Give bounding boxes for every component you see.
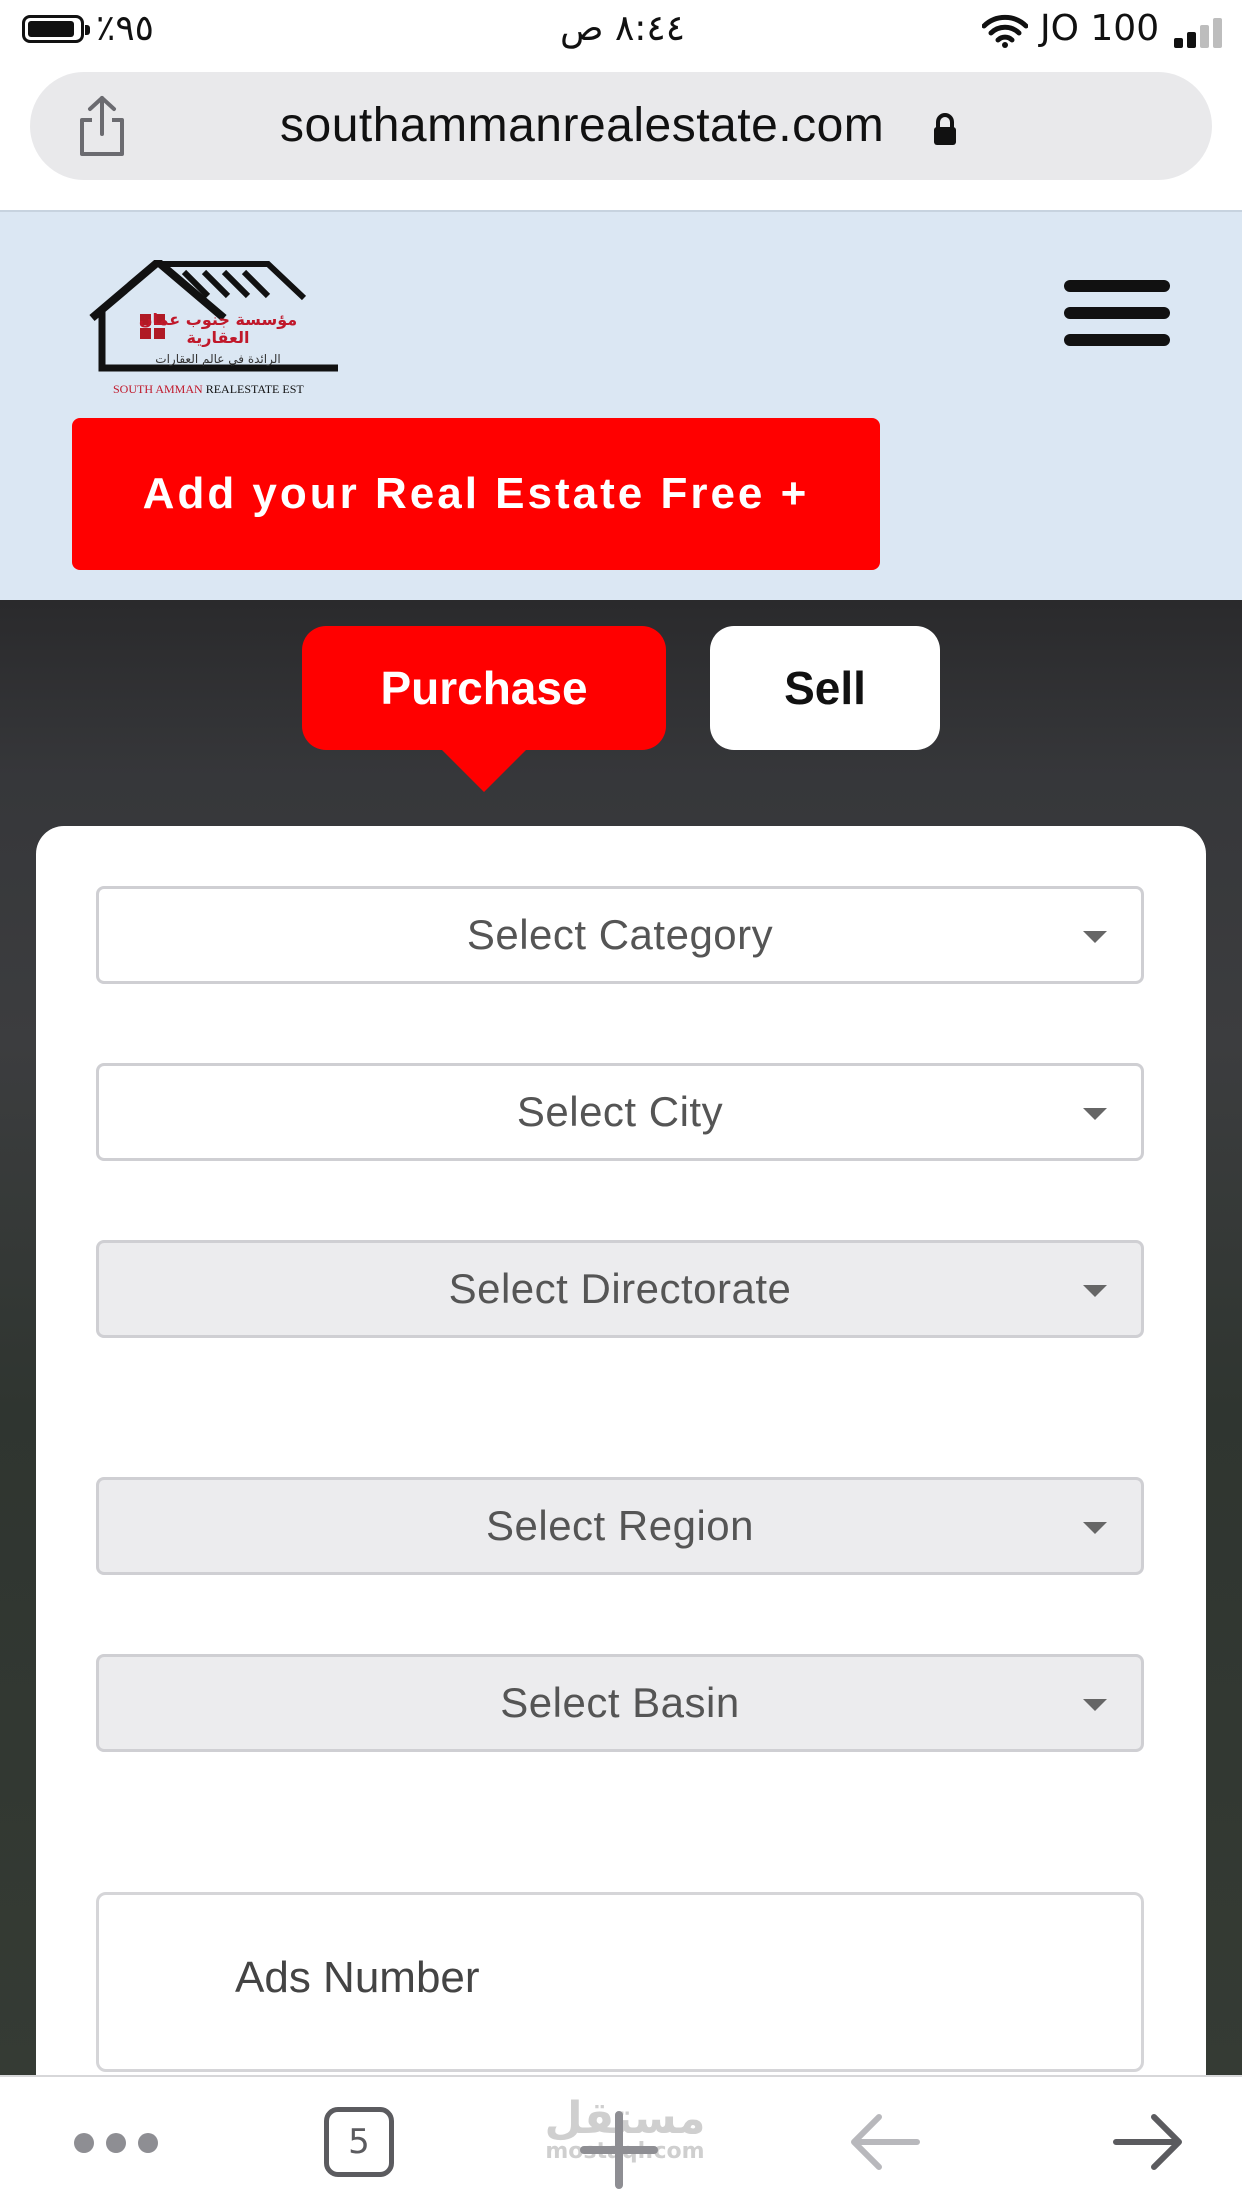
region-select[interactable]: Select Region bbox=[96, 1477, 1144, 1575]
address-bar[interactable]: southammanrealestate.com bbox=[30, 72, 1212, 180]
url-text[interactable]: southammanrealestate.com bbox=[280, 98, 884, 153]
battery-percent: ٪٩٥ bbox=[96, 8, 155, 49]
add-real-estate-button[interactable]: Add your Real Estate Free + bbox=[72, 418, 880, 570]
logo-arabic-tagline: الرائدة في عالم العقارات bbox=[155, 352, 281, 366]
directorate-select[interactable]: Select Directorate bbox=[96, 1240, 1144, 1338]
status-bar: ٪٩٥ ٨:٤٤ ص JO 100 bbox=[0, 0, 1242, 62]
forward-arrow-icon[interactable] bbox=[1108, 2107, 1188, 2177]
category-select[interactable]: Select Category bbox=[96, 886, 1144, 984]
chevron-down-icon bbox=[1083, 931, 1107, 943]
chevron-down-icon bbox=[1083, 1699, 1107, 1711]
tabs-icon[interactable]: 5 bbox=[324, 2107, 394, 2177]
lock-icon bbox=[934, 113, 956, 145]
city-select[interactable]: Select City bbox=[96, 1063, 1144, 1161]
ads-number-field[interactable]: Ads Number bbox=[96, 1892, 1144, 2072]
logo-arabic-line1: مؤسسة جنوب عمان bbox=[138, 310, 298, 329]
battery-icon bbox=[22, 15, 90, 43]
logo-english-name: SOUTH AMMAN REALESTATE EST bbox=[113, 382, 304, 396]
search-form-card: Select Category Select City Select Direc… bbox=[36, 826, 1206, 2126]
basin-select[interactable]: Select Basin bbox=[96, 1654, 1144, 1752]
signal-icon bbox=[1174, 16, 1226, 48]
hamburger-menu-icon[interactable] bbox=[1064, 280, 1170, 346]
logo-arabic-line2: العقارية bbox=[186, 328, 250, 347]
tab-sell[interactable]: Sell bbox=[710, 626, 940, 750]
more-dots-icon[interactable] bbox=[74, 2133, 164, 2155]
clock: ٨:٤٤ ص bbox=[560, 8, 686, 49]
new-tab-plus-icon[interactable] bbox=[556, 2093, 682, 2205]
chevron-down-icon bbox=[1083, 1522, 1107, 1534]
active-tab-indicator bbox=[440, 748, 528, 792]
ads-number-placeholder: Ads Number bbox=[235, 1953, 480, 2002]
chevron-down-icon bbox=[1083, 1285, 1107, 1297]
tab-purchase[interactable]: Purchase bbox=[302, 626, 666, 750]
site-header: مؤسسة جنوب عمان العقارية الرائدة في عالم… bbox=[0, 210, 1242, 602]
back-arrow-icon[interactable] bbox=[845, 2107, 925, 2177]
share-icon[interactable] bbox=[74, 94, 130, 158]
browser-toolbar: 5 مستقل mostaql.com bbox=[0, 2075, 1242, 2210]
wifi-icon bbox=[982, 14, 1028, 48]
chevron-down-icon bbox=[1083, 1108, 1107, 1120]
carrier-label: JO 100 bbox=[1040, 8, 1160, 49]
